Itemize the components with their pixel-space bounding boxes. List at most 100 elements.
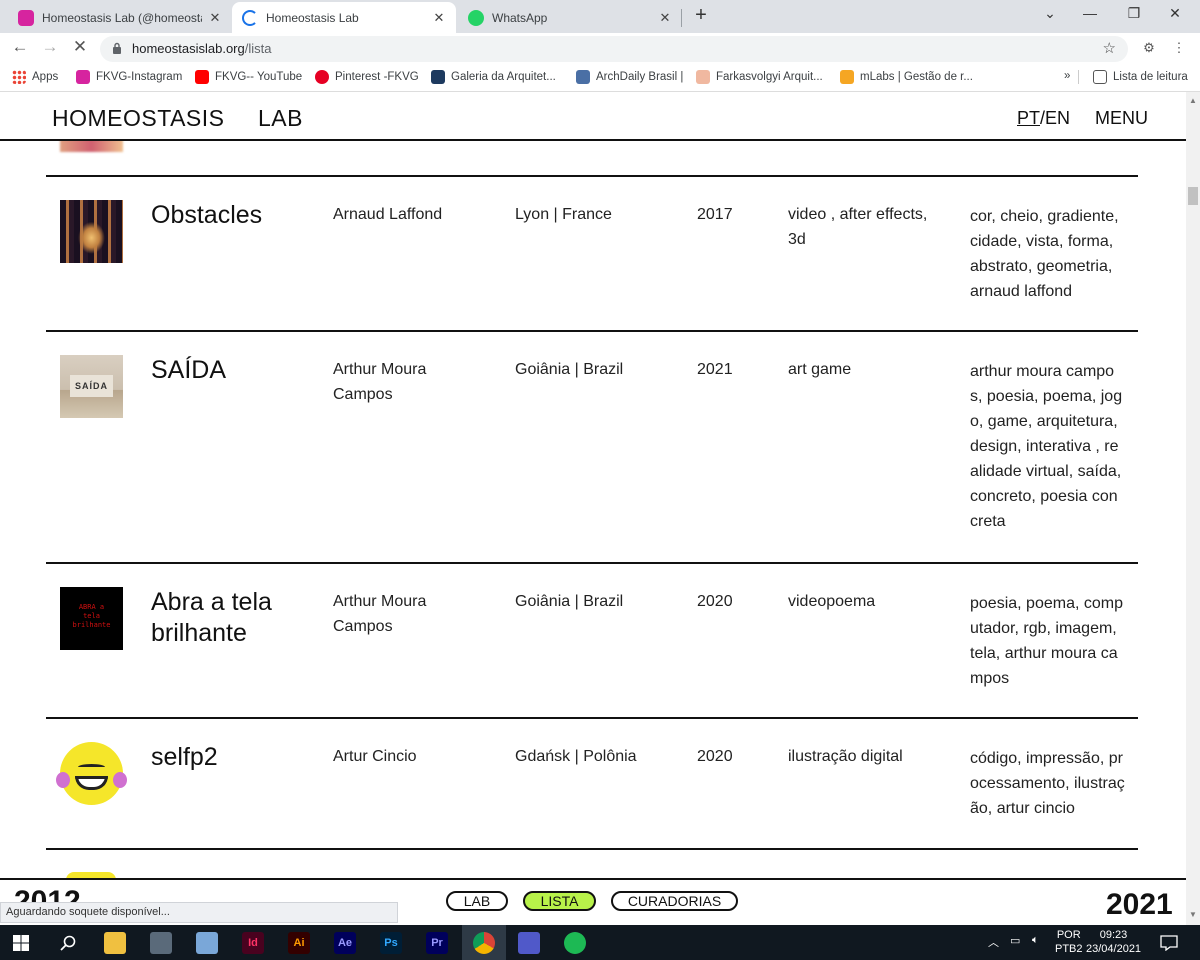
tab-separator xyxy=(681,9,682,27)
url-host: homeostasislab.org xyxy=(132,41,245,56)
item-title[interactable]: SAÍDA xyxy=(151,355,311,386)
scrollbar-thumb[interactable] xyxy=(1188,187,1198,205)
input-language[interactable]: POR PTB2 xyxy=(1055,928,1083,956)
tab-title: Homeostasis Lab xyxy=(266,10,359,25)
minimize-icon[interactable]: — xyxy=(1078,5,1102,21)
stop-loading-button[interactable]: ✕ xyxy=(69,37,91,57)
site-logo[interactable]: HOMEOSTASIS xyxy=(52,105,225,132)
keyboard-layout: PTB2 xyxy=(1055,943,1083,955)
bookmark-mlabs[interactable]: mLabs | Gestão de r... xyxy=(840,70,973,84)
pinterest-icon xyxy=(315,70,329,84)
reading-list-button[interactable]: Lista de leitura xyxy=(1078,70,1188,84)
bookmark-archdaily[interactable]: ArchDaily Brasil | xyxy=(576,70,683,84)
indesign-icon[interactable]: Id xyxy=(242,932,264,954)
item-author: Arthur Moura Campos xyxy=(333,361,427,403)
instagram-icon xyxy=(18,9,34,26)
nav-curadorias-button[interactable]: CURADORIAS xyxy=(611,891,738,911)
item-place: Gdańsk | Polônia xyxy=(515,748,637,765)
browser-status-bar: Aguardando soquete disponível... xyxy=(0,902,398,923)
back-button[interactable]: ← xyxy=(9,37,31,57)
lang-en-link[interactable]: EN xyxy=(1045,108,1070,128)
language-switch: PT/EN xyxy=(1017,108,1070,129)
new-tab-button[interactable]: + xyxy=(690,4,712,27)
photoshop-icon[interactable]: Ps xyxy=(380,932,402,954)
thumbnail-text: ABRA a tela brilhante xyxy=(72,603,111,629)
page-scrollbar[interactable]: ▲ ▼ xyxy=(1186,92,1200,925)
url-text: homeostasislab.org/lista xyxy=(132,41,271,56)
list-item-selfp2[interactable]: selfp2 Artur Cincio Gdańsk | Polônia 202… xyxy=(0,718,1186,848)
item-thumbnail[interactable]: ABRA a tela brilhante xyxy=(60,587,123,650)
item-media: video , after effects, 3d xyxy=(788,206,928,248)
bookmark-label: FKVG-- YouTube xyxy=(215,71,303,83)
nav-lab-button[interactable]: LAB xyxy=(446,891,508,911)
restore-icon[interactable]: ❐ xyxy=(1122,5,1146,22)
notifications-icon[interactable] xyxy=(1160,935,1178,951)
bookmark-instagram[interactable]: FKVG-Instagram xyxy=(76,70,182,84)
forward-button[interactable]: → xyxy=(39,37,61,57)
bookmark-label: Pinterest -FKVG xyxy=(335,71,419,83)
windows-start-icon[interactable] xyxy=(13,935,29,951)
item-title[interactable]: Obstacles xyxy=(151,200,311,231)
illustrator-icon[interactable]: Ai xyxy=(288,932,310,954)
teams-icon[interactable] xyxy=(518,932,540,954)
tab-search-icon[interactable]: ⌄ xyxy=(1038,5,1062,22)
clock-date: 23/04/2021 xyxy=(1086,943,1142,955)
premiere-icon[interactable]: Pr xyxy=(426,932,448,954)
item-thumbnail[interactable] xyxy=(56,742,127,805)
item-thumbnail[interactable] xyxy=(60,200,123,263)
bookmark-label: FKVG-Instagram xyxy=(96,71,183,83)
spotify-icon[interactable] xyxy=(564,932,586,954)
bookmark-label: mLabs | Gestão de r... xyxy=(860,71,973,83)
scroll-up-icon[interactable]: ▲ xyxy=(1189,96,1197,105)
file-explorer-icon[interactable] xyxy=(104,932,126,954)
network-icon[interactable]: ▭ xyxy=(1010,934,1020,947)
list-item-obstacles[interactable]: Obstacles Arnaud Laffond Lyon | France 2… xyxy=(0,176,1186,330)
item-year: 2020 xyxy=(697,748,733,765)
list-item-abra-a-tela-brilhante[interactable]: ABRA a tela brilhante Abra a tela brilha… xyxy=(0,563,1186,717)
after-effects-icon[interactable]: Ae xyxy=(334,932,356,954)
bookmark-apps[interactable]: Apps xyxy=(12,70,58,84)
more-menu-icon[interactable]: ⋮ xyxy=(1170,40,1188,56)
windows-taskbar: Id Ai Ae Ps Pr ︿ ▭ 🔈︎ POR PTB2 09:23 23/… xyxy=(0,925,1200,960)
mlabs-icon xyxy=(840,70,854,84)
item-place: Lyon | France xyxy=(515,206,612,223)
nav-lista-button[interactable]: LISTA xyxy=(523,891,596,911)
language-code: POR xyxy=(1056,929,1081,941)
item-title[interactable]: Abra a tela brilhante xyxy=(151,587,311,649)
window-close-icon[interactable]: ✕ xyxy=(1163,5,1187,22)
bookmark-farkasvolgyi[interactable]: Farkasvolgyi Arquit... xyxy=(696,70,823,84)
close-icon[interactable]: ✕ xyxy=(658,10,672,26)
url-path: /lista xyxy=(244,41,272,56)
tab-instagram[interactable]: Homeostasis Lab (@homeostasis ✕ xyxy=(8,2,232,33)
extensions-icon[interactable]: ⚙ xyxy=(1140,40,1158,56)
bookmark-pinterest[interactable]: Pinterest -FKVG xyxy=(315,70,419,84)
item-year: 2020 xyxy=(697,593,733,610)
menu-button[interactable]: MENU xyxy=(1095,108,1148,129)
list-item-saida[interactable]: SAÍDA SAÍDA Arthur Moura Campos Goiânia … xyxy=(0,331,1186,562)
scroll-down-icon[interactable]: ▼ xyxy=(1189,910,1197,919)
close-icon[interactable]: ✕ xyxy=(208,10,222,26)
tray-chevron-icon[interactable]: ︿ xyxy=(988,934,999,950)
tab-homeostasis[interactable]: Homeostasis Lab ✕ xyxy=(232,2,456,33)
bookmark-star-icon[interactable]: ☆ xyxy=(1103,39,1116,57)
address-bar[interactable]: homeostasislab.org/lista ☆ xyxy=(100,36,1128,62)
system-clock[interactable]: 09:23 23/04/2021 xyxy=(1086,928,1141,956)
chrome-icon[interactable] xyxy=(473,932,495,954)
reading-list-label: Lista de leitura xyxy=(1113,71,1188,83)
tab-whatsapp[interactable]: WhatsApp ✕ xyxy=(458,2,682,33)
volume-icon[interactable]: 🔈︎ xyxy=(1032,934,1039,947)
notes-icon[interactable] xyxy=(196,932,218,954)
item-tags: poesia, poema, computador, rgb, imagem, … xyxy=(970,595,1123,687)
item-title[interactable]: selfp2 xyxy=(151,742,311,773)
calculator-icon[interactable] xyxy=(150,932,172,954)
youtube-icon xyxy=(195,70,209,84)
bookmark-galeria[interactable]: Galeria da Arquitet... xyxy=(431,70,556,84)
search-icon[interactable] xyxy=(60,935,76,951)
tab-bar: Homeostasis Lab (@homeostasis ✕ Homeosta… xyxy=(0,0,1200,33)
close-icon[interactable]: ✕ xyxy=(432,10,446,26)
item-thumbnail[interactable]: SAÍDA xyxy=(60,355,123,418)
more-bookmarks-icon[interactable]: » xyxy=(1064,70,1070,82)
site-logo-lab[interactable]: LAB xyxy=(258,105,303,132)
lang-pt-link[interactable]: PT xyxy=(1017,108,1040,128)
bookmark-youtube[interactable]: FKVG-- YouTube xyxy=(195,70,302,84)
